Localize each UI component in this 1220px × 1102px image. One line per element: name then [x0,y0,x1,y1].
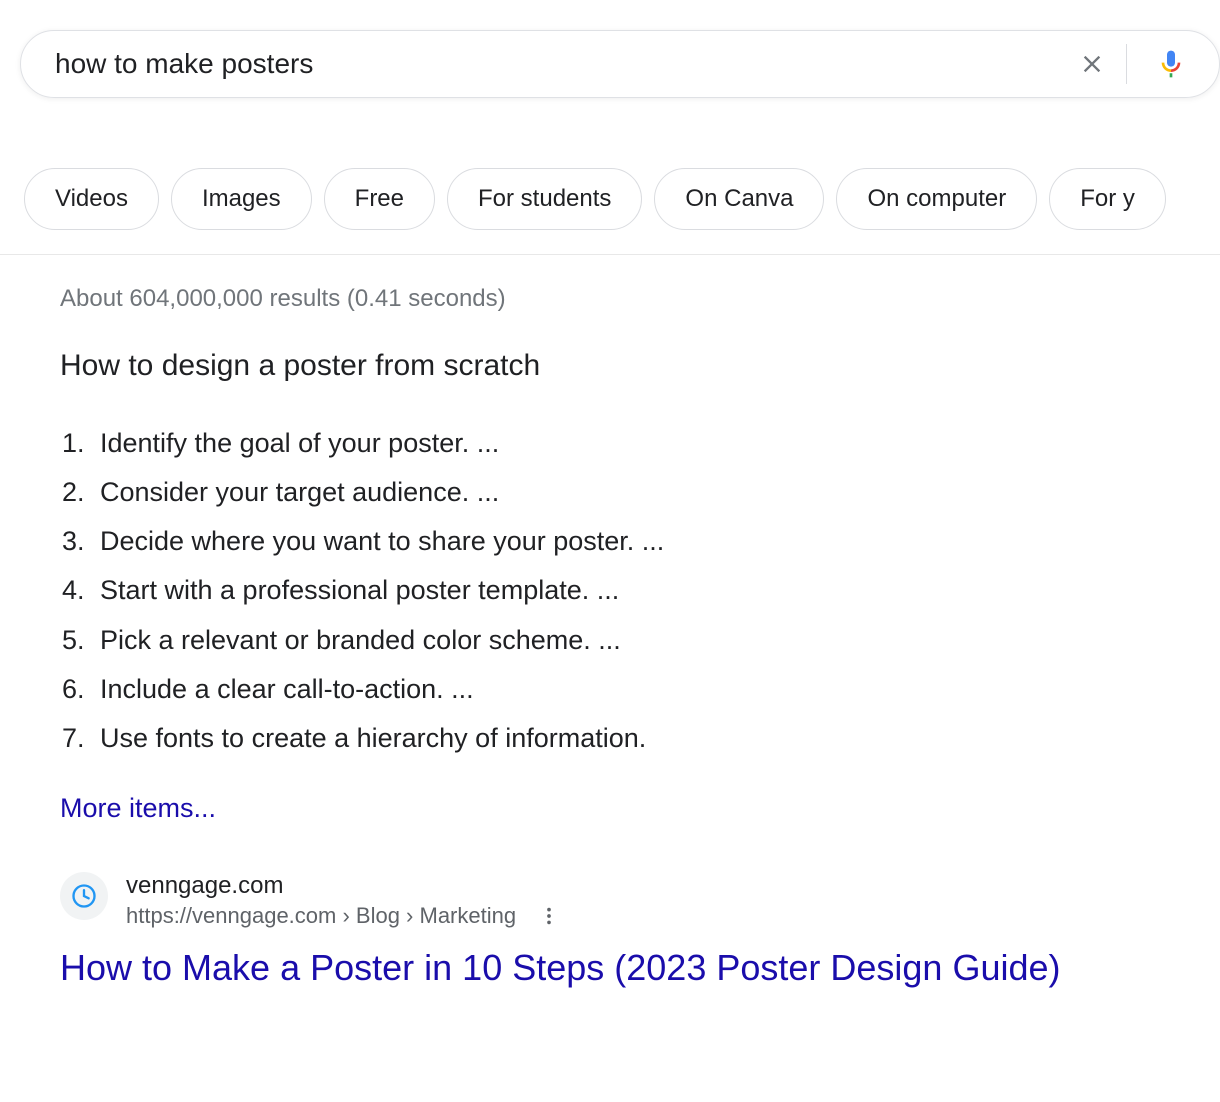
filter-chip-on-canva[interactable]: On Canva [654,168,824,230]
more-vert-icon [538,905,560,927]
list-item: Identify the goal of your poster. ... [60,419,1220,468]
breadcrumb: https://venngage.com › Blog › Marketing [126,903,516,929]
featured-snippet: How to design a poster from scratch Iden… [60,349,1220,870]
microphone-icon [1155,48,1187,80]
list-item: Pick a relevant or branded color scheme.… [60,616,1220,665]
more-items-link[interactable]: More items... [60,793,216,824]
site-name: venngage.com [126,870,564,901]
search-bar [20,30,1220,98]
list-item: Include a clear call-to-action. ... [60,665,1220,714]
filter-chip-on-computer[interactable]: On computer [836,168,1037,230]
list-item: Decide where you want to share your post… [60,517,1220,566]
result-options-button[interactable] [534,901,564,931]
filter-chip-free[interactable]: Free [324,168,435,230]
search-actions [1068,40,1195,88]
result-meta: venngage.com https://venngage.com › Blog… [126,870,564,931]
filter-chip-images[interactable]: Images [171,168,312,230]
close-icon [1078,50,1106,78]
featured-snippet-heading: How to design a poster from scratch [60,349,1220,383]
site-favicon [60,872,108,920]
result-stats: About 604,000,000 results (0.41 seconds) [60,285,1220,313]
filter-chip-for-y[interactable]: For y [1049,168,1166,230]
filter-chips: Videos Images Free For students On Canva… [0,98,1220,255]
list-item: Start with a professional poster templat… [60,566,1220,615]
featured-snippet-list: Identify the goal of your poster. ... Co… [60,419,1220,763]
breadcrumb-row: https://venngage.com › Blog › Marketing [126,901,564,931]
search-input[interactable] [55,48,1068,80]
filter-chip-videos[interactable]: Videos [24,168,159,230]
voice-search-button[interactable] [1147,40,1195,88]
list-item: Consider your target audience. ... [60,468,1220,517]
list-item: Use fonts to create a hierarchy of infor… [60,714,1220,763]
search-result: venngage.com https://venngage.com › Blog… [60,870,1220,992]
filter-chip-for-students[interactable]: For students [447,168,642,230]
favicon-icon [70,882,98,910]
clear-search-button[interactable] [1068,40,1126,88]
result-header: venngage.com https://venngage.com › Blog… [60,870,1220,931]
divider [1126,44,1127,84]
results-content: About 604,000,000 results (0.41 seconds)… [0,255,1220,992]
result-title-link[interactable]: How to Make a Poster in 10 Steps (2023 P… [60,945,1061,992]
